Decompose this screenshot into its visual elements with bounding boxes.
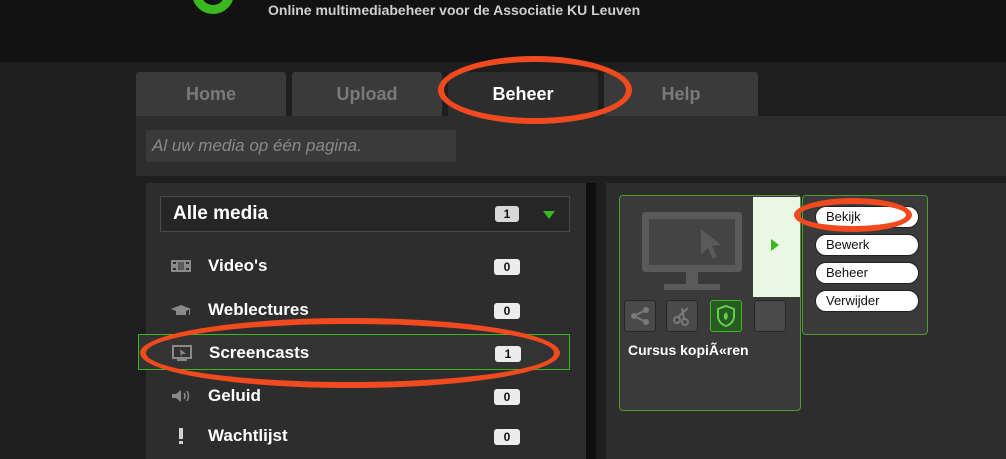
blank-icon[interactable]	[754, 300, 786, 332]
scissors-icon[interactable]	[666, 300, 698, 332]
edit-button[interactable]: Bewerk	[815, 234, 919, 256]
highlight-ellipse-bekijk	[794, 198, 912, 232]
category-item-videos[interactable]: Video's 0	[138, 248, 570, 284]
film-icon	[170, 258, 192, 274]
category-count-badge: 0	[494, 259, 520, 275]
tab-home[interactable]: Home	[136, 72, 286, 116]
media-card[interactable]: Cursus kopiÃ«ren	[619, 195, 801, 411]
category-count-badge: 0	[494, 389, 520, 405]
media-tools	[624, 300, 796, 336]
play-button[interactable]	[753, 197, 800, 297]
speaker-icon	[170, 388, 192, 404]
tab-upload[interactable]: Upload	[292, 72, 442, 116]
media-title[interactable]: Cursus kopiÃ«ren	[628, 342, 749, 358]
category-count-badge: 0	[494, 429, 520, 445]
delete-button[interactable]: Verwijder	[815, 290, 919, 312]
chevron-down-icon[interactable]	[543, 211, 555, 219]
play-icon	[771, 239, 779, 251]
category-count-badge: 0	[494, 303, 520, 319]
share-icon[interactable]	[624, 300, 656, 332]
highlight-ellipse-beheer	[438, 56, 632, 124]
top-header: Online multimediabeheer voor de Associat…	[0, 0, 1006, 62]
category-label: Wachtlijst	[208, 426, 288, 445]
media-filter-dropdown[interactable]: Alle media 1	[160, 196, 570, 232]
monitor-icon	[642, 212, 742, 272]
page-subtitle: Al uw media op één pagina.	[146, 130, 456, 162]
filter-label: Alle media	[173, 203, 269, 224]
media-thumbnail[interactable]	[628, 202, 756, 298]
category-item-wachtlijst[interactable]: Wachtlijst 0	[138, 418, 570, 454]
logo-icon	[192, 0, 234, 14]
graduation-cap-icon	[170, 302, 192, 318]
site-tagline: Online multimediabeheer voor de Associat…	[268, 2, 641, 18]
monitor-base	[664, 284, 720, 290]
monitor-stand	[686, 272, 698, 284]
panel-divider	[586, 183, 596, 459]
highlight-ellipse-screencasts	[140, 318, 560, 388]
shield-icon[interactable]	[710, 300, 742, 332]
filter-count-badge: 1	[495, 206, 519, 222]
manage-button[interactable]: Beheer	[815, 262, 919, 284]
category-label: Video's	[208, 256, 268, 275]
app-frame: Online multimediabeheer voor de Associat…	[0, 0, 1006, 459]
exclamation-icon	[170, 428, 192, 444]
